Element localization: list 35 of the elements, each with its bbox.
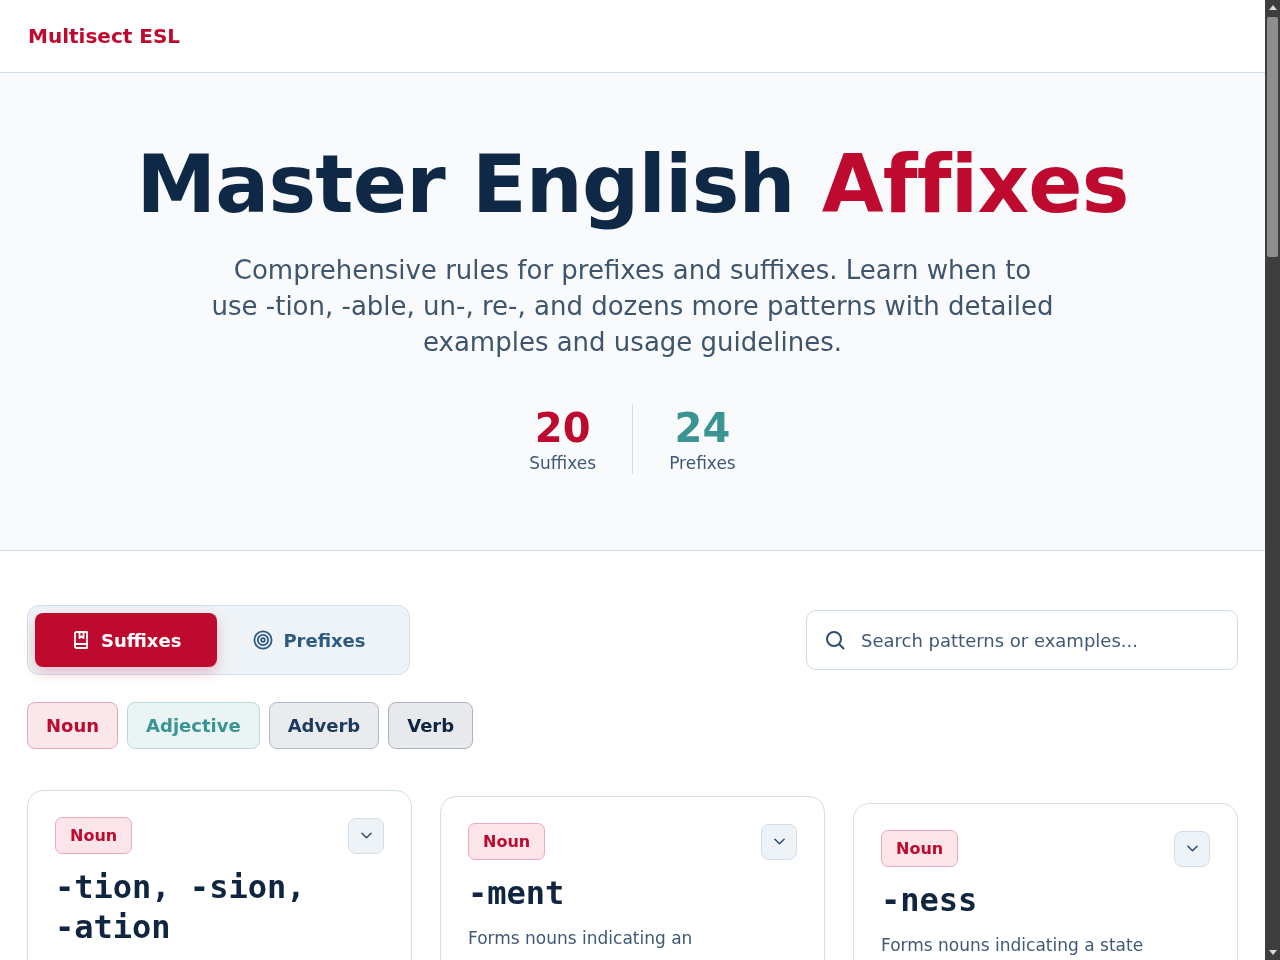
stat-value: 20 [534,404,591,452]
scrollbar[interactable] [1265,0,1280,960]
logo[interactable]: Multisect ESL [28,24,181,48]
search-field[interactable]: Search patterns or examples... [806,610,1238,670]
filter-chip[interactable]: Adjective [127,702,260,749]
affix-pattern: -tion, -sion, -ation [55,867,307,947]
word-class-tag: Noun [881,830,959,867]
search-icon [825,630,845,650]
expand-button[interactable] [348,817,384,854]
word-class-tag: Noun [468,823,546,860]
hero-title: Master English Affixes [136,141,1129,229]
affix-description: Forms nouns indicating an [468,927,694,950]
hero-subtitle: Comprehensive rules for prefixes and suffixes. Learn when to use -tion, -able, un-, re-, and dozens more patterns with detailed examples and usage guidelines. [210,254,1055,359]
scrollbar-thumb[interactable] [1267,17,1278,257]
book-icon [71,630,91,650]
target-icon [253,630,274,650]
scroll-down-icon[interactable] [1268,950,1277,955]
affix-pattern: -ment [468,873,566,913]
word-class-tag: Noun [55,817,133,854]
affix-description: Forms nouns indicating a state [881,934,1145,957]
chevron-icon [360,832,372,839]
stat-label: Suffixes [529,452,597,474]
tab[interactable]: Prefixes [217,613,402,667]
expand-button[interactable] [1174,830,1210,867]
stat-value: 24 [674,404,731,452]
expand-button[interactable] [761,823,797,860]
filter-chip[interactable]: Noun [27,702,119,749]
chevron-icon [1186,845,1198,852]
affix-pattern: -ness [881,880,979,920]
chevron-icon [773,838,785,845]
filter-chip[interactable]: Verb [388,702,474,749]
filter-chip[interactable]: Adverb [268,702,380,749]
scroll-up-icon[interactable] [1268,5,1277,10]
tab[interactable]: Suffixes [35,613,218,667]
stat-label: Prefixes [669,452,736,474]
